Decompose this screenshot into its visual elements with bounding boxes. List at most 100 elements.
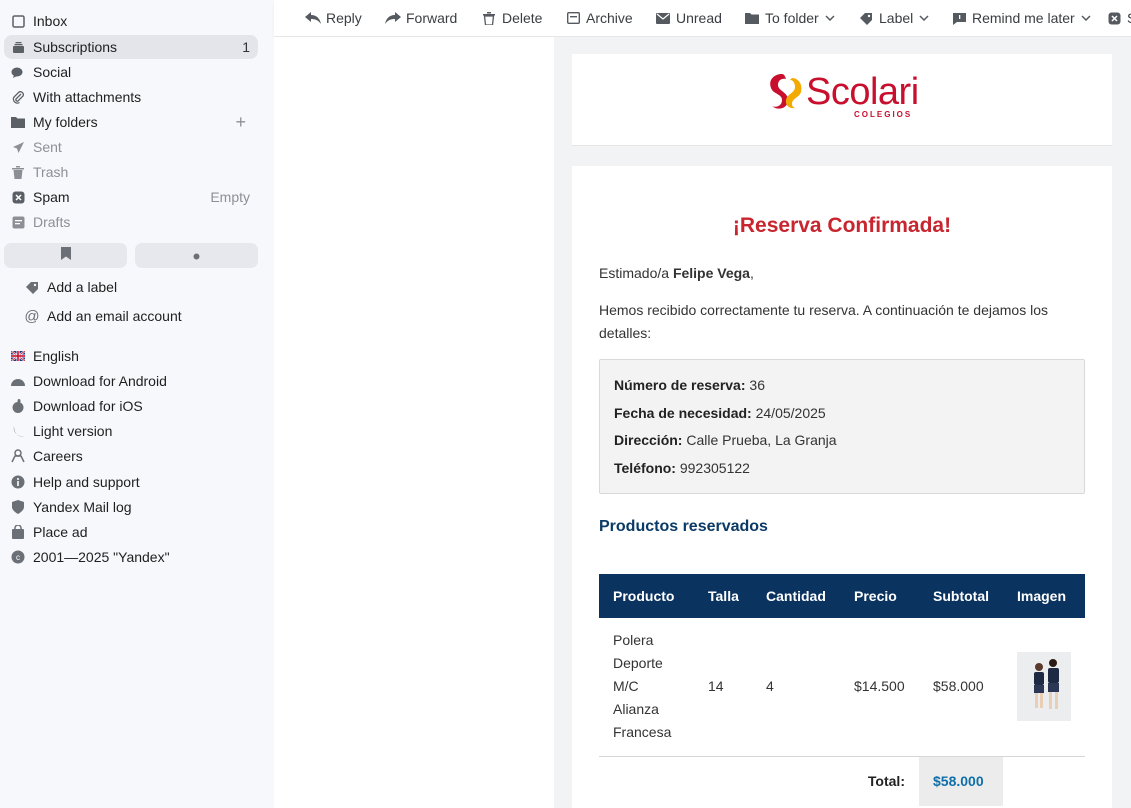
to-folder-label: To folder <box>765 10 819 26</box>
footer-label: Yandex Mail log <box>33 499 132 515</box>
customer-name: Felipe Vega <box>672 265 750 281</box>
social-icon <box>11 65 25 79</box>
folder-subscriptions[interactable]: Subscriptions 1 <box>4 35 258 59</box>
detail-label: Fecha de necesidad: <box>614 404 752 421</box>
detail-value: Calle Prueba, La Granja <box>682 432 837 448</box>
folder-label: Inbox <box>33 13 68 29</box>
empty-spam-link[interactable]: Empty <box>210 189 250 205</box>
spam-icon <box>1106 11 1122 25</box>
footer-label: 2001—2025 "Yandex" <box>33 549 170 565</box>
folder-label: Subscriptions <box>33 39 118 55</box>
folder-label: Drafts <box>33 214 71 230</box>
chevron-down-icon <box>825 13 835 24</box>
unread-filter-button[interactable] <box>135 243 258 268</box>
message-toolbar: Reply Forward Delete Archive Unread To f… <box>274 0 1131 37</box>
folder-my-folders[interactable]: My folders + <box>4 110 258 134</box>
total-label: Total: <box>867 773 905 790</box>
greeting-prefix: Estimado/a <box>599 265 673 281</box>
footer-label: Place ad <box>33 524 88 540</box>
tag-icon <box>25 281 39 294</box>
remind-label: Remind me later <box>972 10 1075 26</box>
careers-icon <box>11 449 25 463</box>
folder-drafts[interactable]: Drafts <box>4 210 258 234</box>
product-name: Polera Deporte M/C Alianza Francesa <box>613 632 672 741</box>
table-header-row: Producto Talla Cantidad Precio Subtotal … <box>599 574 1085 618</box>
folder-label: My folders <box>33 114 98 130</box>
detail-address: Dirección: Calle Prueba, La Granja <box>614 427 1070 455</box>
forward-label: Forward <box>406 10 458 26</box>
delete-button[interactable]: Delete <box>481 9 542 27</box>
col-imagen: Imagen <box>1003 574 1085 618</box>
add-account-text: Add an email account <box>47 308 182 324</box>
help-link[interactable]: Help and support <box>11 471 140 493</box>
greeting-suffix: , <box>749 265 754 281</box>
footer-label: Download for Android <box>33 373 167 389</box>
label-label: Label <box>879 10 914 26</box>
cell-subtotal: $58.000 <box>919 618 1003 757</box>
unread-label: Unread <box>676 10 722 26</box>
light-version-link[interactable]: Light version <box>11 420 112 442</box>
ios-link[interactable]: Download for iOS <box>11 395 143 417</box>
archive-icon <box>565 11 581 25</box>
svg-text:c: c <box>16 553 20 562</box>
mark-unread-button[interactable]: Unread <box>655 9 722 27</box>
folder-with-attachments[interactable]: With attachments <box>4 85 258 109</box>
at-icon: @ <box>24 307 40 325</box>
logo-subtitle: COLEGIOS <box>854 110 913 119</box>
folder-trash[interactable]: Trash <box>4 160 258 184</box>
remind-later-dropdown[interactable]: Remind me later <box>951 9 1091 27</box>
folder-label: Social <box>33 64 72 80</box>
folder-icon <box>744 11 760 25</box>
bookmark-filter-button[interactable] <box>4 243 127 268</box>
to-folder-dropdown[interactable]: To folder <box>744 9 835 27</box>
intro-text: Hemos recibido correctamente tu reserva.… <box>599 302 1049 341</box>
footer-label: Help and support <box>33 474 140 490</box>
email-header-card: Scolari COLEGIOS <box>572 54 1112 146</box>
email-content-card: ¡Reserva Confirmada! Estimado/a Felipe V… <box>572 166 1112 808</box>
add-email-account-link[interactable]: @ Add an email account <box>24 305 182 327</box>
subscriptions-icon <box>11 40 25 54</box>
place-ad-link[interactable]: Place ad <box>11 521 87 543</box>
folder-icon <box>11 115 25 129</box>
language-link[interactable]: English <box>11 345 79 367</box>
greeting: Estimado/a Felipe Vega, <box>599 262 754 285</box>
total-row: Total: $58.000 <box>599 756 1085 806</box>
reminder-icon <box>951 11 967 25</box>
detail-need-date: Fecha de necesidad: 24/05/2025 <box>614 400 1070 428</box>
mail-log-link[interactable]: Yandex Mail log <box>11 496 132 518</box>
logo-wordmark: Scolari <box>806 71 919 113</box>
add-folder-icon[interactable]: + <box>235 113 246 131</box>
col-talla: Talla <box>694 574 752 618</box>
reply-button[interactable]: Reply <box>305 9 362 27</box>
sidebar: Inbox Subscriptions 1 Social With attach… <box>0 0 274 808</box>
archive-button[interactable]: Archive <box>565 9 633 27</box>
total-spacer <box>1003 756 1085 806</box>
product-image[interactable] <box>1017 652 1071 722</box>
label-dropdown[interactable]: Label <box>858 9 929 27</box>
cell-producto: Polera Deporte M/C Alianza Francesa <box>599 618 694 757</box>
folder-social[interactable]: Social <box>4 60 258 84</box>
folder-sent[interactable]: Sent <box>4 135 258 159</box>
envelope-icon <box>655 11 671 25</box>
spam-button[interactable]: S <box>1106 9 1131 27</box>
light-version-icon <box>11 424 25 438</box>
bag-icon <box>11 525 25 539</box>
careers-link[interactable]: Careers <box>11 445 83 467</box>
android-icon <box>11 374 25 388</box>
folder-label: Trash <box>33 164 69 180</box>
forward-button[interactable]: Forward <box>385 9 457 27</box>
uk-flag-icon <box>11 349 25 363</box>
add-label-link[interactable]: Add a label <box>25 276 117 298</box>
add-label-text: Add a label <box>47 279 118 295</box>
android-link[interactable]: Download for Android <box>11 370 167 392</box>
folder-spam[interactable]: Spam Empty <box>4 185 258 209</box>
forward-icon <box>385 11 401 25</box>
folder-inbox[interactable]: Inbox <box>4 9 258 33</box>
detail-value: 24/05/2025 <box>751 404 826 421</box>
message-left-gutter <box>274 37 554 808</box>
cell-talla: 14 <box>694 618 752 757</box>
email-title: ¡Reserva Confirmada! <box>732 214 952 237</box>
reply-label: Reply <box>326 10 362 26</box>
products-table: Producto Talla Cantidad Precio Subtotal … <box>599 574 1085 806</box>
folder-label: Sent <box>33 139 62 155</box>
